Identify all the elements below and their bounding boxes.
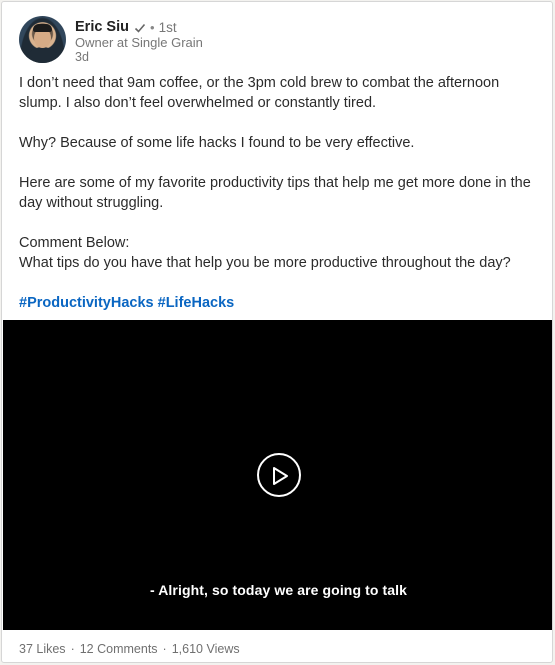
video-player[interactable]: - Alright, so today we are going to talk bbox=[3, 320, 552, 630]
hashtags: #ProductivityHacks #LifeHacks bbox=[19, 293, 234, 313]
stats-separator: · bbox=[70, 642, 75, 656]
social-counts: 37 Likes · 12 Comments · 1,610 Views bbox=[19, 642, 240, 656]
stats-separator: · bbox=[162, 642, 167, 656]
post-paragraph: Here are some of my favorite productivit… bbox=[19, 175, 531, 211]
hashtag-link[interactable]: #ProductivityHacks bbox=[19, 295, 154, 311]
name-separator: • bbox=[150, 19, 155, 35]
likes-count[interactable]: 37 Likes bbox=[19, 642, 66, 656]
post-paragraph: Why? Because of some life hacks I found … bbox=[19, 135, 415, 151]
avatar-hair bbox=[33, 24, 52, 32]
avatar-shirt bbox=[23, 47, 62, 63]
hashtag-link[interactable]: #LifeHacks bbox=[158, 295, 235, 311]
verified-check-icon bbox=[134, 21, 146, 33]
author-name[interactable]: Eric Siu bbox=[75, 19, 129, 35]
play-icon[interactable] bbox=[257, 453, 301, 497]
comments-count[interactable]: 12 Comments bbox=[80, 642, 158, 656]
views-count: 1,610 Views bbox=[171, 642, 240, 656]
post-card: Eric Siu • 1st Owner at Single Grain 3d … bbox=[1, 1, 553, 663]
post-age: 3d bbox=[75, 50, 89, 64]
avatar[interactable] bbox=[19, 16, 66, 63]
video-caption: - Alright, so today we are going to talk bbox=[149, 582, 408, 598]
author-headline: Owner at Single Grain bbox=[75, 35, 203, 50]
post-body: I don’t need that 9am coffee, or the 3pm… bbox=[19, 73, 544, 273]
connection-degree: 1st bbox=[158, 19, 177, 35]
post-paragraph: What tips do you have that help you be m… bbox=[19, 255, 511, 271]
author-row: Eric Siu • 1st bbox=[75, 17, 177, 37]
post-paragraph: I don’t need that 9am coffee, or the 3pm… bbox=[19, 75, 500, 111]
post-paragraph: Comment Below: bbox=[19, 235, 130, 251]
